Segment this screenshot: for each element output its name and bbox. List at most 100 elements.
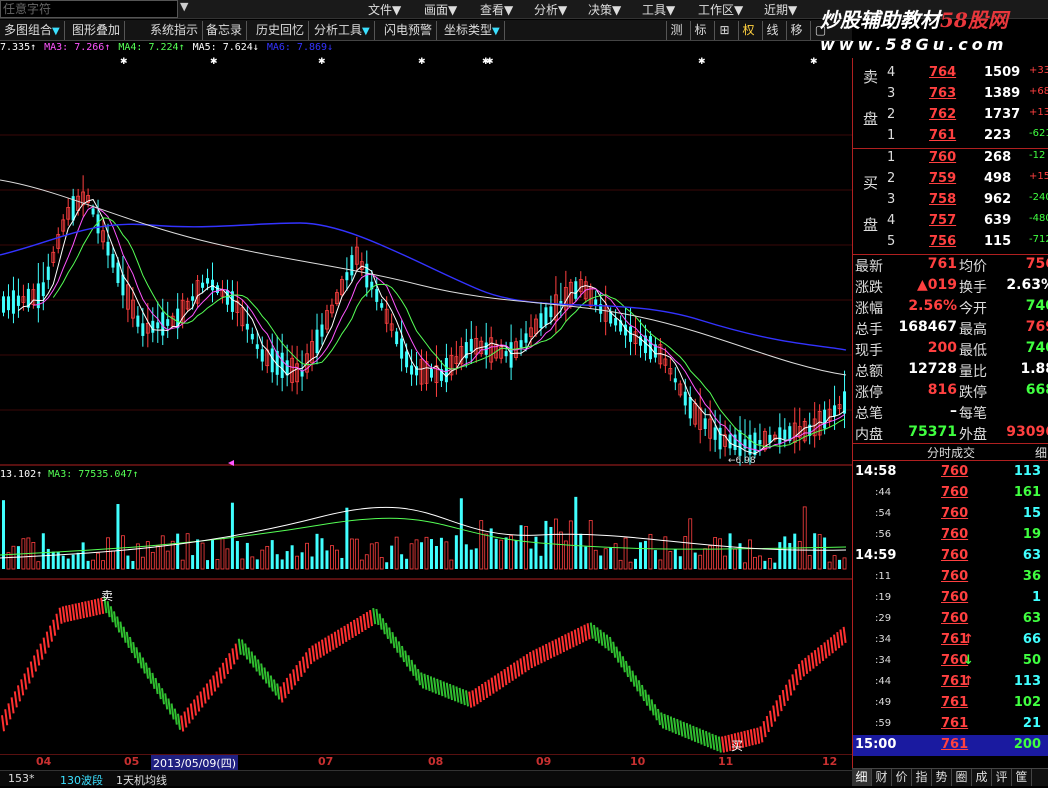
- toolbar-label: 坐标类型: [444, 23, 493, 37]
- toolbar-button-6[interactable]: 闪电预警: [380, 21, 438, 40]
- oscillator-bar: [276, 683, 281, 700]
- date-tick: 04: [36, 755, 52, 768]
- date-tick: 08: [428, 755, 444, 768]
- volume-bar: [688, 518, 693, 570]
- toolbar-button-5[interactable]: 分析工具▼: [310, 21, 375, 40]
- search-dropdown-icon[interactable]: ▼: [180, 0, 188, 13]
- tick-row[interactable]: :11 760 36: [853, 567, 1048, 588]
- toolbar-button-1[interactable]: 图形叠加: [68, 21, 126, 40]
- oscillator-bar: [58, 607, 63, 624]
- tick-direction-icon: ↓: [963, 653, 974, 668]
- panel-tab-8[interactable]: 筐: [1012, 769, 1032, 786]
- candle-down: [673, 378, 677, 383]
- oscillator-bar: [391, 632, 396, 649]
- toolbar-tool-0[interactable]: 测: [666, 21, 686, 40]
- order-level: 2: [887, 107, 896, 122]
- search-input[interactable]: 任意字符: [0, 0, 178, 18]
- panel-tab-6[interactable]: 成: [972, 769, 992, 786]
- menu-item-7[interactable]: 近期▼: [764, 1, 797, 18]
- tick-row[interactable]: :54 760 15: [853, 504, 1048, 525]
- menu-item-3[interactable]: 分析▼: [534, 1, 567, 18]
- candle-down: [444, 357, 448, 383]
- oscillator-bar: [673, 717, 677, 734]
- toolbar-button-7[interactable]: 坐标类型▼: [440, 21, 505, 40]
- toolbar-button-0[interactable]: 多图组合▼: [0, 21, 65, 40]
- stat-label: 总手: [855, 322, 883, 338]
- order-book-row[interactable]: 2 759 498 +150: [853, 169, 1048, 190]
- candle-down: [843, 391, 847, 414]
- toolbar-button-3[interactable]: 备忘录: [202, 21, 248, 40]
- menu-item-2[interactable]: 查看▼: [480, 1, 513, 18]
- oscillator-bar: [618, 651, 623, 668]
- order-book-row[interactable]: 2 762 1737 +139: [853, 105, 1048, 126]
- toolbar-tool-1[interactable]: 标: [690, 21, 710, 40]
- oscillator-bar: [253, 655, 258, 672]
- tick-row[interactable]: :29 760 63: [853, 609, 1048, 630]
- brand-url: www.58Gu.com: [820, 35, 1008, 54]
- tick-row[interactable]: :44 761 ↑ 113: [853, 672, 1048, 693]
- candle-down: [16, 295, 20, 306]
- tick-row[interactable]: 14:59 760 63: [853, 546, 1048, 567]
- oscillator-bar: [349, 621, 354, 639]
- tick-price: 760: [941, 527, 969, 542]
- panel-tab-4[interactable]: 势: [932, 769, 952, 786]
- panel-tab-1[interactable]: 财: [872, 769, 892, 786]
- toolbar-tool-2[interactable]: ⊞: [714, 21, 734, 40]
- menu-item-5[interactable]: 工具▼: [642, 1, 675, 18]
- stat-label: 涨停: [855, 385, 883, 401]
- toolbar-tool-5[interactable]: 移: [786, 21, 806, 40]
- panel-tab-5[interactable]: 圈: [952, 769, 972, 786]
- menu-item-6[interactable]: 工作区▼: [698, 1, 743, 18]
- order-volume: 1389: [984, 86, 1021, 101]
- order-book-row[interactable]: 4 757 639 -480: [853, 211, 1048, 232]
- tick-detail-toggle[interactable]: 细: [1035, 444, 1047, 462]
- volume-bar: [474, 548, 478, 569]
- order-change: -12: [1029, 150, 1046, 161]
- low-price-label: ←6.98: [728, 456, 756, 466]
- order-book-row[interactable]: 5 756 115 -712: [853, 232, 1048, 253]
- oscillator-bar: [663, 713, 668, 730]
- toolbar-tool-4[interactable]: 线: [762, 21, 782, 40]
- order-book-row[interactable]: 1 761 223 -621: [853, 126, 1048, 147]
- tick-row[interactable]: :59 761 21: [853, 714, 1048, 735]
- oscillator-bar: [55, 613, 60, 630]
- order-book-row[interactable]: 4 764 1509 +334: [853, 63, 1048, 84]
- order-book-row[interactable]: 3 763 1389 +680: [853, 84, 1048, 105]
- oscillator-bar: [685, 723, 690, 740]
- candle-down: [6, 296, 10, 311]
- toolbar-button-4[interactable]: 历史回忆: [252, 21, 310, 40]
- panel-tab-7[interactable]: 评: [992, 769, 1012, 786]
- volume-bar: [544, 520, 548, 569]
- oscillator-bar: [311, 645, 316, 662]
- panel-tab-2[interactable]: 价: [892, 769, 912, 786]
- tick-row[interactable]: :19 760 1: [853, 588, 1048, 609]
- candle-down: [245, 323, 249, 330]
- order-book-row[interactable]: 1 760 268 -12: [853, 148, 1048, 169]
- menu-item-0[interactable]: 文件▼: [368, 1, 401, 18]
- order-book-row[interactable]: 3 758 962 -240: [853, 190, 1048, 211]
- tick-row[interactable]: :44 760 161: [853, 483, 1048, 504]
- panel-tab-0[interactable]: 细: [852, 769, 872, 786]
- oscillator-bar: [628, 665, 633, 682]
- toolbar-button-2[interactable]: 系统指示: [146, 21, 204, 40]
- tick-row[interactable]: :34 761 ↑ 66: [853, 630, 1048, 651]
- volume-bar: [71, 554, 75, 569]
- oscillator-bar: [170, 703, 175, 720]
- tick-row[interactable]: 15:00 761 200: [853, 735, 1048, 756]
- toolbar-tool-3[interactable]: 权: [738, 21, 758, 40]
- order-level: 2: [887, 171, 896, 186]
- menu-item-4[interactable]: 决策▼: [588, 1, 621, 18]
- kline-chart[interactable]: ✱ ✱ ✱ ✱ ✱✱ ✱ ✱←6.98卖买: [0, 55, 852, 755]
- candle-down: [395, 331, 399, 345]
- tick-row[interactable]: 14:58 760 113: [853, 462, 1048, 483]
- tick-row[interactable]: :34 760 ↓ 50: [853, 651, 1048, 672]
- oscillator-bar: [797, 663, 802, 681]
- tick-row[interactable]: :49 761 102: [853, 693, 1048, 714]
- menu-item-1[interactable]: 画面▼: [424, 1, 457, 18]
- volume-bar: [519, 525, 523, 569]
- volume-bar: [698, 554, 703, 570]
- tick-row[interactable]: :56 760 19: [853, 525, 1048, 546]
- panel-tab-3[interactable]: 指: [912, 769, 932, 786]
- volume-bar: [66, 558, 70, 569]
- tick-list-header[interactable]: 分时成交 细: [853, 443, 1048, 461]
